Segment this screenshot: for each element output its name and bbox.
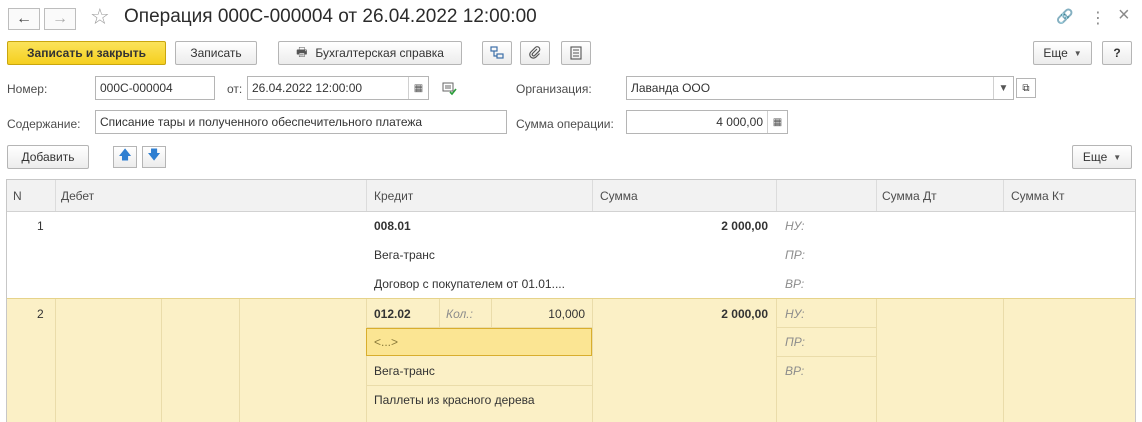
table-row-selected[interactable]: 2 012.02 Кол.: 10,000 <...> Вега-транс П… — [7, 298, 1135, 422]
permanent-diff-label: ПР: — [785, 248, 805, 262]
save-and-close-button[interactable]: Записать и закрыть — [7, 41, 166, 65]
operation-sum-field[interactable]: 4 000,00 ▦ — [626, 110, 788, 134]
operation-sum-value: 4 000,00 — [716, 115, 763, 129]
number-label: Номер: — [7, 82, 48, 96]
forward-button[interactable]: → — [44, 8, 76, 30]
date-label: от: — [227, 82, 243, 96]
document-list-button[interactable] — [561, 41, 591, 65]
organization-label: Организация: — [516, 82, 592, 96]
temporary-diff-label: ВР: — [785, 277, 805, 291]
permanent-diff-label: ПР: — [785, 335, 805, 349]
forward-arrow-icon: → — [52, 10, 68, 27]
row-number: 1 — [37, 219, 44, 233]
save-and-close-label: Записать и закрыть — [27, 46, 146, 60]
quantity-label: Кол.: — [446, 307, 473, 321]
more-button[interactable]: Еще ▼ — [1033, 41, 1092, 65]
back-button[interactable]: ← — [8, 8, 40, 30]
tax-accounting-label: НУ: — [785, 307, 805, 321]
row-sum[interactable]: 2 000,00 — [594, 219, 768, 233]
tax-accounting-label: НУ: — [785, 219, 805, 233]
arrow-down-icon: 🡇 — [147, 147, 161, 162]
table-header: N Дебет Кредит Сумма Сумма Дт Сумма Кт — [7, 180, 1135, 212]
move-up-button[interactable]: 🡅 — [113, 146, 137, 168]
content-value: Списание тары и полученного обеспечитель… — [100, 115, 423, 129]
accounting-report-button[interactable]: 🖶 Бухгалтерская справка — [278, 41, 462, 65]
save-button[interactable]: Записать — [175, 41, 257, 65]
favorite-star-icon[interactable]: ☆ — [90, 4, 110, 30]
date-value: 26.04.2022 12:00:00 — [252, 81, 363, 95]
credit-subconto-1[interactable]: Вега-транс — [374, 364, 435, 378]
paperclip-icon — [529, 46, 541, 59]
number-value: 000С-000004 — [100, 81, 173, 95]
arrow-up-icon: 🡅 — [118, 147, 132, 162]
accounting-report-label: Бухгалтерская справка — [315, 46, 444, 60]
column-header-sum-kt[interactable]: Сумма Кт — [1005, 180, 1135, 211]
column-header-n[interactable]: N — [7, 180, 55, 211]
chevron-down-icon: ▼ — [1113, 152, 1122, 162]
open-organization-button[interactable]: ⧉ — [1016, 78, 1036, 98]
column-header-sum-dt[interactable]: Сумма Дт — [876, 180, 1002, 211]
row-sum[interactable]: 2 000,00 — [594, 307, 768, 321]
close-icon[interactable]: × — [1118, 4, 1130, 27]
row-number: 2 — [37, 307, 44, 321]
calendar-icon[interactable]: ▦ — [408, 77, 428, 99]
help-button[interactable]: ? — [1102, 41, 1132, 65]
organization-value: Лаванда ООО — [631, 81, 711, 95]
number-field[interactable]: 000С-000004 — [95, 76, 215, 100]
credit-subconto-2[interactable]: Паллеты из красного дерева — [374, 393, 535, 407]
add-row-label: Добавить — [21, 150, 75, 164]
column-header-credit[interactable]: Кредит — [368, 180, 592, 211]
column-header-debit[interactable]: Дебет — [55, 180, 366, 211]
operation-sum-label: Сумма операции: — [516, 117, 614, 131]
credit-subconto-1[interactable]: Вега-транс — [374, 248, 435, 262]
move-down-button[interactable]: 🡇 — [142, 146, 166, 168]
entries-table[interactable]: N Дебет Кредит Сумма Сумма Дт Сумма Кт 1… — [6, 179, 1136, 422]
credit-account[interactable]: 012.02 — [374, 307, 411, 321]
add-row-button[interactable]: Добавить — [7, 145, 89, 169]
calculator-icon[interactable]: ▦ — [767, 111, 787, 133]
structure-button[interactable] — [482, 41, 512, 65]
organization-field[interactable]: Лаванда ООО ▼ — [626, 76, 1014, 100]
open-form-icon: ⧉ — [1022, 82, 1030, 94]
table-more-label: Еще — [1082, 150, 1108, 164]
content-field[interactable]: Списание тары и полученного обеспечитель… — [95, 110, 507, 134]
document-status-icon[interactable] — [441, 80, 457, 99]
back-arrow-icon: ← — [16, 10, 32, 27]
credit-account[interactable]: 008.01 — [374, 219, 411, 233]
quantity-value[interactable]: 10,000 — [493, 307, 585, 321]
document-icon — [570, 46, 582, 60]
table-more-button[interactable]: Еще ▼ — [1072, 145, 1132, 169]
more-label: Еще — [1043, 46, 1068, 60]
structure-icon — [490, 46, 504, 59]
link-icon[interactable]: 🔗 — [1056, 8, 1073, 25]
chevron-down-icon: ▼ — [1073, 48, 1082, 58]
window-title: Операция 000С-000004 от 26.04.2022 12:00… — [124, 6, 537, 27]
date-field[interactable]: 26.04.2022 12:00:00 ▦ — [247, 76, 429, 100]
printer-icon: 🖶 — [296, 44, 308, 59]
more-actions-icon[interactable]: ⋮ — [1090, 8, 1106, 28]
help-label: ? — [1113, 46, 1121, 60]
temporary-diff-label: ВР: — [785, 364, 805, 378]
credit-subconto-2[interactable]: Договор с покупателем от 01.01.... — [374, 277, 565, 291]
credit-subconto-empty[interactable]: <...> — [374, 335, 398, 349]
content-label: Содержание: — [7, 117, 81, 131]
attachments-button[interactable] — [520, 41, 550, 65]
save-label: Записать — [190, 46, 242, 60]
column-header-sum[interactable]: Сумма — [594, 180, 776, 211]
credit-subconto-active-cell[interactable] — [366, 328, 592, 356]
dropdown-arrow-icon[interactable]: ▼ — [993, 77, 1013, 99]
